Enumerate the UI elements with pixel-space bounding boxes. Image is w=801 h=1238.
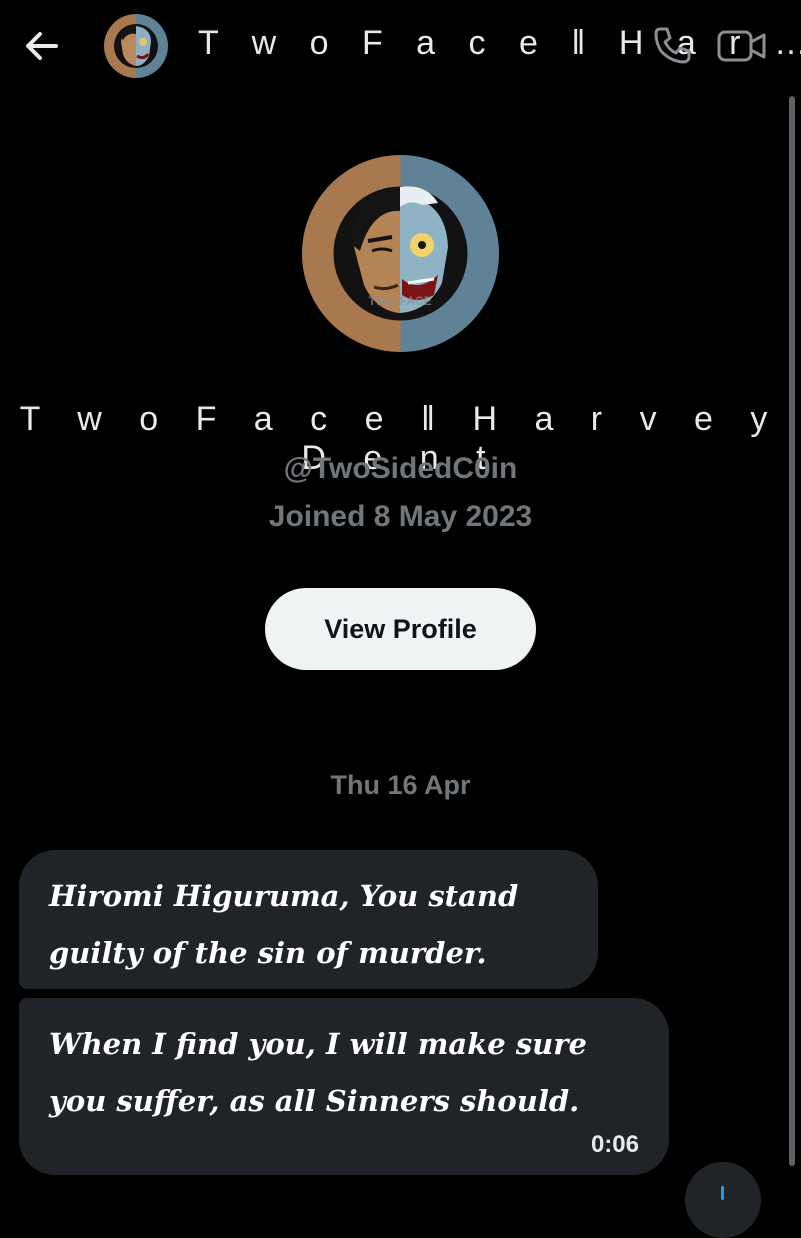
scroll-to-bottom-button[interactable] bbox=[685, 1162, 761, 1238]
profile-avatar[interactable]: TWO FACE bbox=[302, 155, 499, 352]
message-text: When I find you, I will make sure you su… bbox=[49, 1027, 587, 1118]
profile-handle: @TwoSidedC0in bbox=[283, 452, 518, 485]
view-profile-button[interactable]: View Profile bbox=[265, 588, 536, 670]
back-arrow-icon[interactable] bbox=[22, 26, 62, 66]
phone-icon[interactable] bbox=[652, 24, 694, 66]
message-bubble[interactable]: When I find you, I will make sure you su… bbox=[19, 998, 669, 1175]
profile-joined-date: Joined 8 May 2023 bbox=[268, 500, 533, 533]
message-bubble[interactable]: Hiromi Higuruma, You stand guilty of the… bbox=[19, 850, 598, 989]
conversation-header: T w o F a c e ‖ H a r … bbox=[0, 0, 801, 92]
message-text: Hiromi Higuruma, You stand guilty of the… bbox=[49, 879, 519, 970]
video-camera-icon[interactable] bbox=[716, 26, 768, 66]
scrollbar[interactable] bbox=[789, 96, 795, 1166]
header-title[interactable]: T w o F a c e ‖ H a r … bbox=[198, 24, 801, 63]
arrow-down-icon bbox=[721, 1186, 724, 1200]
avatar-watermark: TWO FACE bbox=[368, 294, 431, 308]
date-separator: Thu 16 Apr bbox=[330, 770, 471, 800]
header-avatar[interactable] bbox=[104, 14, 168, 78]
message-timestamp: 0:06 bbox=[590, 1131, 639, 1158]
